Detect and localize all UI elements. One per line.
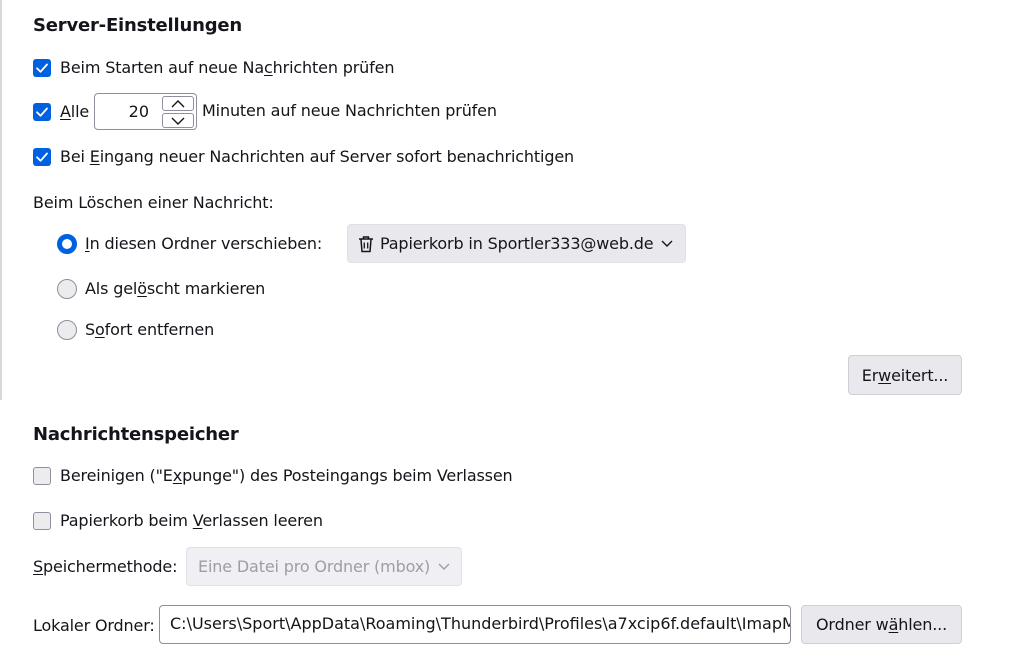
storage-method-value: Eine Datei pro Ordner (mbox): [198, 556, 431, 576]
notify-server-row[interactable]: Bei Eingang neuer Nachrichten auf Server…: [33, 147, 574, 167]
remove-now-option[interactable]: Sofort entfernen: [57, 320, 214, 340]
check-on-start-row[interactable]: Beim Starten auf neue Nachrichten prüfen: [33, 58, 395, 78]
choose-folder-button[interactable]: Ordner w ä hlen...: [801, 605, 962, 644]
minutes-suffix-label: Minuten auf neue Nachrichten prüfen: [202, 101, 497, 120]
expunge-row[interactable]: Bereinigen ("Expunge") des Posteingangs …: [33, 466, 513, 486]
trash-icon: [359, 235, 373, 252]
section-heading-message-store: Nachrichtenspeicher: [33, 424, 239, 445]
spin-up-button[interactable]: [162, 96, 194, 111]
advanced-button[interactable]: Er w eitert...: [848, 355, 962, 395]
check-on-start-label: Beim Starten auf neue Nachrichten prüfen: [60, 58, 395, 77]
trash-folder-select[interactable]: Papierkorb in Sportler333@web.de: [347, 224, 686, 263]
empty-trash-label: Papierkorb beim Verlassen leeren: [60, 511, 323, 530]
checkmark-icon: [36, 63, 48, 73]
check-every-checkbox[interactable]: [33, 103, 51, 121]
spin-down-button[interactable]: [162, 113, 194, 128]
chevron-down-icon: [171, 117, 185, 125]
storage-method-label: Speichermethode:: [33, 557, 178, 576]
checkmark-icon: [36, 107, 48, 117]
remove-now-label: Sofort entfernen: [85, 320, 215, 339]
chevron-up-icon: [171, 99, 185, 107]
chevron-down-icon: [438, 563, 450, 570]
minutes-spinbox[interactable]: 20: [94, 93, 197, 130]
chevron-down-icon: [661, 240, 673, 247]
empty-trash-row[interactable]: Papierkorb beim Verlassen leeren: [33, 511, 323, 531]
notify-server-checkbox[interactable]: [33, 148, 51, 166]
delete-message-label: Beim Löschen einer Nachricht:: [33, 193, 274, 212]
left-edge-divider: [0, 0, 2, 400]
notify-server-label: Bei Eingang neuer Nachrichten auf Server…: [60, 147, 575, 166]
local-folder-label: Lokaler Ordner:: [33, 616, 155, 635]
check-every-row[interactable]: Alle: [33, 102, 89, 122]
move-to-folder-option[interactable]: In diesen Ordner verschieben:: [57, 234, 322, 254]
move-to-folder-label: In diesen Ordner verschieben:: [85, 234, 323, 253]
checkmark-icon: [36, 152, 48, 162]
move-to-folder-radio[interactable]: [57, 234, 77, 254]
trash-folder-value: Papierkorb in Sportler333@web.de: [380, 233, 654, 253]
remove-now-radio[interactable]: [57, 320, 77, 340]
section-heading-server-settings: Server-Einstellungen: [33, 15, 243, 36]
storage-method-select: Eine Datei pro Ordner (mbox): [186, 547, 462, 586]
local-folder-input[interactable]: C:\Users\Sport\AppData\Roaming\Thunderbi…: [159, 605, 791, 644]
check-every-label: Alle: [60, 102, 90, 121]
minutes-value[interactable]: 20: [129, 102, 149, 121]
empty-trash-checkbox[interactable]: [33, 512, 51, 530]
mark-deleted-option[interactable]: Als gelöscht markieren: [57, 279, 265, 299]
mark-deleted-radio[interactable]: [57, 279, 77, 299]
expunge-checkbox[interactable]: [33, 467, 51, 485]
mark-deleted-label: Als gelöscht markieren: [85, 279, 266, 298]
expunge-label: Bereinigen ("Expunge") des Posteingangs …: [60, 466, 513, 485]
check-on-start-checkbox[interactable]: [33, 59, 51, 77]
